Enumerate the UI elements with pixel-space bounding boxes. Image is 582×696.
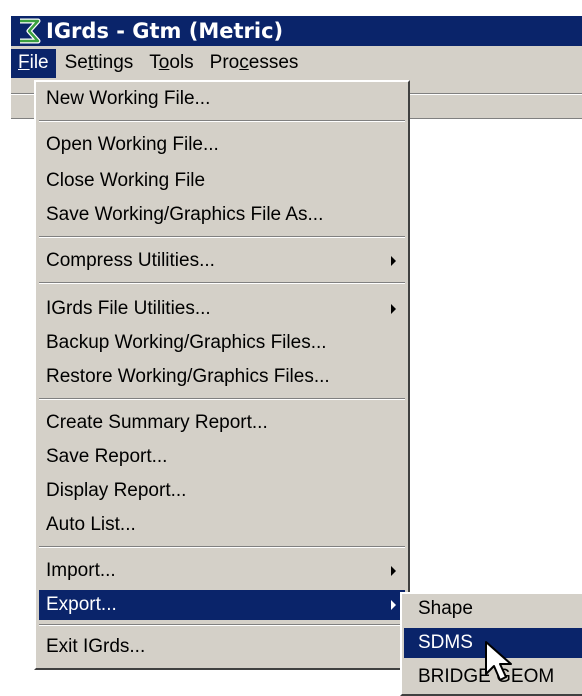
menu-item-igrds-file-utilities[interactable]: IGrds File Utilities... xyxy=(39,294,405,324)
menu-item-display-report[interactable]: Display Report... xyxy=(39,476,405,506)
menu-item-compress-utilities[interactable]: Compress Utilities... xyxy=(39,246,405,276)
menu-separator xyxy=(39,546,405,548)
mouse-pointer-icon xyxy=(485,641,512,681)
menu-item-save-report[interactable]: Save Report... xyxy=(39,442,405,472)
menu-item-close-working-file[interactable]: Close Working File xyxy=(39,166,405,196)
menu-item-exit-igrds[interactable]: Exit IGrds... xyxy=(39,632,405,662)
file-menu-dropdown: New Working File... Open Working File...… xyxy=(34,80,410,670)
menu-item-export[interactable]: Export... xyxy=(39,590,405,620)
submenu-item-shape[interactable]: Shape xyxy=(404,594,582,624)
menu-item-restore-working-graphics-files[interactable]: Restore Working/Graphics Files... xyxy=(39,362,405,392)
submenu-arrow-icon xyxy=(391,600,396,610)
menu-separator xyxy=(39,120,405,122)
menu-separator xyxy=(39,398,405,400)
submenu-arrow-icon xyxy=(391,566,396,576)
menu-separator xyxy=(39,282,405,284)
menu-processes[interactable]: Processes xyxy=(203,49,306,78)
igrds-logo-icon[interactable] xyxy=(14,16,44,46)
menu-item-open-working-file[interactable]: Open Working File... xyxy=(39,130,405,160)
menu-separator xyxy=(39,236,405,238)
menu-tools[interactable]: Tools xyxy=(142,49,200,78)
menu-item-save-working-graphics-file-as[interactable]: Save Working/Graphics File As... xyxy=(39,200,405,230)
menu-separator xyxy=(39,624,405,626)
screen: IGrds - Gtm (Metric) File Settings Tools… xyxy=(0,0,582,696)
menu-item-create-summary-report[interactable]: Create Summary Report... xyxy=(39,408,405,438)
menu-settings[interactable]: Settings xyxy=(58,49,141,78)
submenu-arrow-icon xyxy=(391,304,396,314)
title-bar[interactable]: IGrds - Gtm (Metric) xyxy=(11,16,582,46)
menu-bar: File Settings Tools Processes xyxy=(11,46,582,80)
menu-item-import[interactable]: Import... xyxy=(39,556,405,586)
menu-file[interactable]: File xyxy=(11,48,56,78)
menu-item-new-working-file[interactable]: New Working File... xyxy=(39,84,405,114)
menu-item-auto-list[interactable]: Auto List... xyxy=(39,510,405,540)
window-title: IGrds - Gtm (Metric) xyxy=(46,19,284,43)
submenu-arrow-icon xyxy=(391,256,396,266)
menu-item-backup-working-graphics-files[interactable]: Backup Working/Graphics Files... xyxy=(39,328,405,358)
